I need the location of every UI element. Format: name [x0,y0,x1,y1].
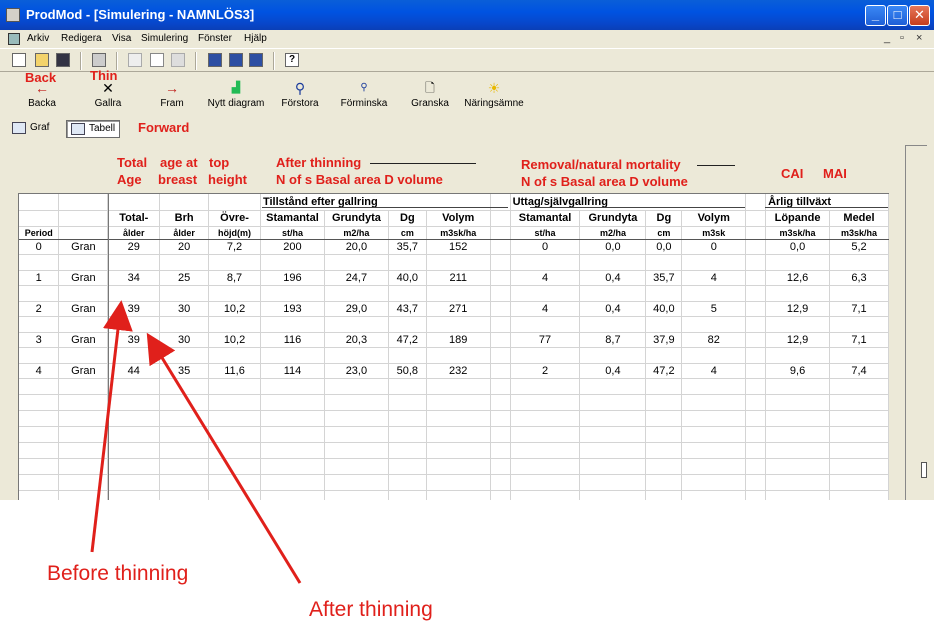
arrow-before-thinning [90,300,133,553]
annotation-arrows [90,300,302,584]
arrow-after-thinning [146,332,302,584]
annotation-before-thinning-large: Before thinning [47,562,189,585]
annotation-after-thinning-large: After thinning [309,598,433,621]
